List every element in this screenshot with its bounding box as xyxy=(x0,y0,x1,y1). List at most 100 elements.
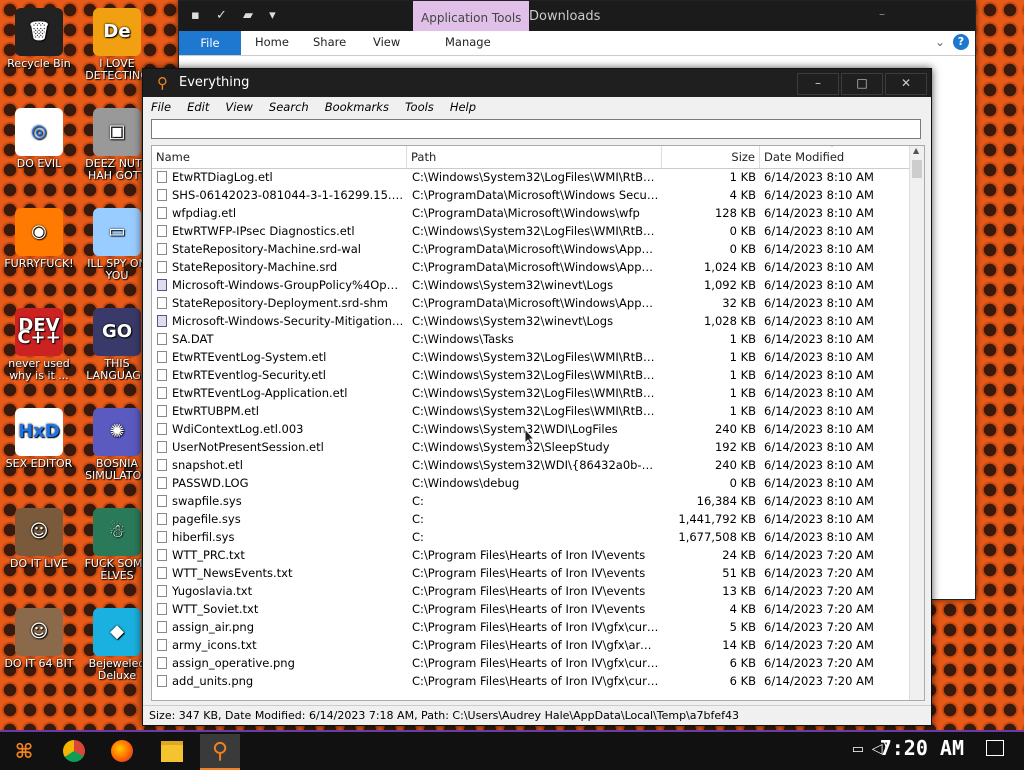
cell-name: StateRepository-Deployment.srd-shm xyxy=(172,296,388,310)
desktop-icon[interactable]: ◎ DO EVIL xyxy=(0,108,78,170)
notification-icon[interactable] xyxy=(986,740,1004,756)
table-row[interactable]: EtwRTUBPM.etl C:\Windows\System32\LogFile… xyxy=(152,402,910,420)
file-icon xyxy=(157,531,167,543)
file-icon xyxy=(157,441,167,453)
table-row[interactable]: hiberfil.sys C: 1,677,508 KB 6/14/2023 8:10… xyxy=(152,528,910,546)
network-icon[interactable]: ▭ xyxy=(852,742,864,757)
table-row[interactable]: assign_air.png C:\Program Files\Hearts of… xyxy=(152,618,910,636)
menu-item-file[interactable]: File xyxy=(151,97,171,117)
taskbar-clock[interactable]: 7:20 AM xyxy=(880,736,964,760)
desktop-icon-image: ▣ xyxy=(93,108,141,156)
cell-date-modified: 6/14/2023 8:10 AM xyxy=(764,206,874,220)
cell-name: assign_air.png xyxy=(172,620,255,634)
taskbar-chrome[interactable] xyxy=(54,734,94,768)
table-row[interactable]: PASSWD.LOG C:\Windows\debug 0 KB 6/14/2023 … xyxy=(152,474,910,492)
scrollbar-thumb[interactable] xyxy=(912,160,922,178)
cell-date-modified: 6/14/2023 8:10 AM xyxy=(764,440,874,454)
search-input[interactable] xyxy=(151,119,921,139)
ribbon-tab-share[interactable]: Share xyxy=(313,35,346,49)
menu-item-edit[interactable]: Edit xyxy=(187,97,209,117)
explorer-minimize-button[interactable]: – xyxy=(879,7,885,21)
table-row[interactable]: WTT_Soviet.txt C:\Program Files\Hearts of… xyxy=(152,600,910,618)
file-icon xyxy=(157,351,167,363)
cell-date-modified: 6/14/2023 8:10 AM xyxy=(764,332,874,346)
desktop-icon[interactable]: ☺ DO IT 64 BIT xyxy=(0,608,78,670)
desktop-icon[interactable]: 🗑 Recycle Bin xyxy=(0,8,78,70)
ribbon-expand-icon[interactable]: ⌄ xyxy=(935,35,945,49)
everything-titlebar[interactable]: ⚲ Everything – □ ✕ xyxy=(143,69,931,97)
table-row[interactable]: SHS-06142023-081044-3-1-16299.15.amd64f.… xyxy=(152,186,910,204)
vertical-scrollbar[interactable]: ▲ xyxy=(909,146,924,700)
cell-name: EtwRTEventlog-Security.etl xyxy=(172,368,327,382)
table-row[interactable]: EtwRTEventlog-Security.etl C:\Windows\Sys… xyxy=(152,366,910,384)
taskbar-everything[interactable]: ⚲ xyxy=(200,734,240,770)
everything-search-icon: ⚲ xyxy=(211,738,229,764)
cell-name: WTT_Soviet.txt xyxy=(172,602,259,616)
table-row[interactable]: snapshot.etl C:\Windows\System32\WDI\{864… xyxy=(152,456,910,474)
results-table[interactable]: Name Path Size Date Modified ▾ EtwRTDiag… xyxy=(151,145,925,701)
close-button[interactable]: ✕ xyxy=(885,73,927,95)
desktop-icon-image: GO xyxy=(93,308,141,356)
column-header-path[interactable]: Path xyxy=(407,146,662,168)
table-row[interactable]: EtwRTEventLog-Application.etl C:\Windows\… xyxy=(152,384,910,402)
help-icon[interactable]: ? xyxy=(953,34,969,50)
desktop-icon-image: ✺ xyxy=(93,408,141,456)
minimize-button[interactable]: – xyxy=(797,73,839,95)
column-header-name[interactable]: Name xyxy=(152,146,407,168)
cell-path: C:\Windows\System32\LogFiles\WMI\RtBacku… xyxy=(412,350,660,364)
cell-name: assign_operative.png xyxy=(172,656,295,670)
menu-item-tools[interactable]: Tools xyxy=(405,97,434,117)
table-row[interactable]: assign_operative.png C:\Program Files\Hea… xyxy=(152,654,910,672)
explorer-titlebar[interactable]: ▪ ✓ ▰ ▾ Application Tools Downloads – xyxy=(179,1,975,31)
column-header-date-modified[interactable]: Date Modified xyxy=(760,146,910,168)
table-row[interactable]: pagefile.sys C: 1,441,792 KB 6/14/2023 8:10… xyxy=(152,510,910,528)
table-row[interactable]: StateRepository-Machine.srd-wal C:\Progra… xyxy=(152,240,910,258)
table-row[interactable]: StateRepository-Machine.srd C:\ProgramDat… xyxy=(152,258,910,276)
quick-access-icons[interactable]: ▪ ✓ ▰ ▾ xyxy=(191,8,282,23)
cell-size: 192 KB xyxy=(714,440,756,454)
desktop-icon[interactable]: HxD SEX EDITOR xyxy=(0,408,78,470)
table-row[interactable]: swapfile.sys C: 16,384 KB 6/14/2023 8:10 AM xyxy=(152,492,910,510)
maximize-button[interactable]: □ xyxy=(841,73,883,95)
everything-window[interactable]: ⚲ Everything – □ ✕ File Edit View Search Boo… xyxy=(142,68,932,726)
ribbon-tab-file[interactable]: File xyxy=(179,31,241,55)
column-header-size[interactable]: Size xyxy=(662,146,760,168)
desktop-icon-image: ☺ xyxy=(15,608,63,656)
desktop-icon-label: never used why is it ... xyxy=(8,357,70,382)
menu-item-search[interactable]: Search xyxy=(269,97,309,117)
cell-date-modified: 6/14/2023 7:20 AM xyxy=(764,548,874,562)
cell-size: 16,384 KB xyxy=(696,494,756,508)
desktop-icon[interactable]: ☺ DO IT LIVE xyxy=(0,508,78,570)
taskbar-file-explorer[interactable] xyxy=(152,734,192,768)
start-button[interactable]: ⌘ xyxy=(4,734,44,768)
file-icon xyxy=(157,513,167,525)
table-row[interactable]: wfpdiag.etl C:\ProgramData\Microsoft\Wind… xyxy=(152,204,910,222)
menu-bar: File Edit View Search Bookmarks Tools Help xyxy=(143,97,931,117)
scroll-up-icon[interactable]: ▲ xyxy=(913,146,919,155)
menu-item-view[interactable]: View xyxy=(225,97,253,117)
table-row[interactable]: Microsoft-Windows-Security-Mitigations%4… xyxy=(152,312,910,330)
table-row[interactable]: WTT_NewsEvents.txt C:\Program Files\Heart… xyxy=(152,564,910,582)
table-row[interactable]: SA.DAT C:\Windows\Tasks 1 KB 6/14/2023 8:10… xyxy=(152,330,910,348)
cell-path: C:\Windows\Tasks xyxy=(412,332,514,346)
cell-name: PASSWD.LOG xyxy=(172,476,249,490)
table-row[interactable]: army_icons.txt C:\Program Files\Hearts of… xyxy=(152,636,910,654)
table-row[interactable]: EtwRTEventLog-System.etl C:\Windows\Syste… xyxy=(152,348,910,366)
menu-item-bookmarks[interactable]: Bookmarks xyxy=(325,97,389,117)
table-row[interactable]: WTT_PRC.txt C:\Program Files\Hearts of Ir… xyxy=(152,546,910,564)
cell-path: C:\Windows\System32\LogFiles\WMI\RtBacku… xyxy=(412,404,660,418)
ribbon-tab-view[interactable]: View xyxy=(373,35,400,49)
desktop-icon[interactable]: ◉ FURRYFUCK! xyxy=(0,208,78,270)
ribbon-tab-manage[interactable]: Manage xyxy=(445,35,491,49)
table-row[interactable]: add_units.png C:\Program Files\Hearts of … xyxy=(152,672,910,690)
table-row[interactable]: EtwRTWFP-IPsec Diagnostics.etl C:\Windows… xyxy=(152,222,910,240)
cell-date-modified: 6/14/2023 7:20 AM xyxy=(764,674,874,688)
ribbon-tab-home[interactable]: Home xyxy=(255,35,289,49)
taskbar-firefox[interactable] xyxy=(102,734,142,768)
menu-item-help[interactable]: Help xyxy=(450,97,476,117)
table-row[interactable]: EtwRTDiagLog.etl C:\Windows\System32\LogF… xyxy=(152,168,910,186)
table-row[interactable]: StateRepository-Deployment.srd-shm C:\Pro… xyxy=(152,294,910,312)
table-row[interactable]: Microsoft-Windows-GroupPolicy%4Operation… xyxy=(152,276,910,294)
table-row[interactable]: Yugoslavia.txt C:\Program Files\Hearts of… xyxy=(152,582,910,600)
desktop-icon[interactable]: DEV C++ never used why is it ... xyxy=(0,308,78,382)
